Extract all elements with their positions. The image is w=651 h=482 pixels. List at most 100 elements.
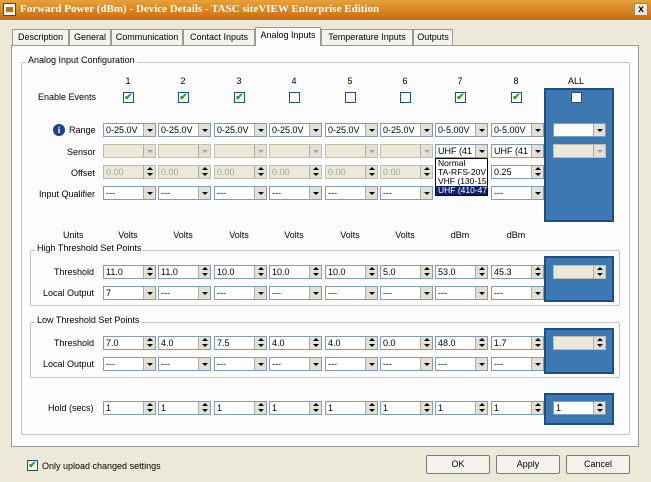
- tab-communication[interactable]: Communication: [111, 29, 183, 45]
- close-button[interactable]: x: [634, 3, 648, 16]
- enable-events-checkbox-4[interactable]: [289, 92, 300, 103]
- spin-arrows-icon[interactable]: [143, 402, 155, 414]
- chevron-down-icon[interactable]: [420, 287, 432, 299]
- spin-arrows-icon[interactable]: [198, 402, 210, 414]
- sensor-select-8[interactable]: UHF (41: [491, 144, 544, 158]
- chevron-down-icon[interactable]: [143, 124, 155, 136]
- chevron-down-icon[interactable]: [365, 145, 377, 157]
- spin-arrows-icon[interactable]: [309, 266, 321, 278]
- chevron-down-icon[interactable]: [420, 145, 432, 157]
- info-icon[interactable]: i: [53, 124, 65, 136]
- hold-field-2[interactable]: 1: [158, 401, 211, 415]
- range-select-5[interactable]: 0-25.0V: [325, 123, 378, 137]
- spin-arrows-icon[interactable]: [254, 266, 266, 278]
- low-local-output-select-8[interactable]: ---: [491, 357, 544, 371]
- tab-temperature-inputs[interactable]: Temperature Inputs: [321, 29, 413, 45]
- low-local-output-select-1[interactable]: ---: [103, 357, 156, 371]
- spin-arrows-icon[interactable]: [531, 166, 543, 178]
- enable-events-checkbox-1[interactable]: ✔: [123, 92, 134, 103]
- high-threshold-field-3[interactable]: 10.0: [214, 265, 267, 279]
- tab-outputs[interactable]: Outputs: [413, 29, 453, 45]
- chevron-down-icon[interactable]: [531, 187, 543, 199]
- high-local-output-select-3[interactable]: ---: [214, 286, 267, 300]
- spin-arrows-icon[interactable]: [475, 337, 487, 349]
- range-select-7[interactable]: 0-5.00V: [435, 123, 488, 137]
- hold-field-8[interactable]: 1: [491, 401, 544, 415]
- chevron-down-icon[interactable]: [475, 124, 487, 136]
- input-qualifier-select-2[interactable]: ---: [158, 186, 211, 200]
- chevron-down-icon[interactable]: [143, 287, 155, 299]
- enable-events-all-checkbox[interactable]: [571, 92, 582, 103]
- chevron-down-icon[interactable]: [198, 124, 210, 136]
- chevron-down-icon[interactable]: [420, 124, 432, 136]
- sensor-option[interactable]: UHF (410-47: [436, 186, 487, 195]
- high-threshold-field-4[interactable]: 10.0: [269, 265, 322, 279]
- enable-events-checkbox-7[interactable]: ✔: [455, 92, 466, 103]
- spin-arrows-icon[interactable]: [420, 266, 432, 278]
- enable-events-checkbox-2[interactable]: ✔: [178, 92, 189, 103]
- low-threshold-field-3[interactable]: 7.5: [214, 336, 267, 350]
- only-upload-checkbox[interactable]: ✔: [27, 460, 38, 471]
- chevron-down-icon[interactable]: [475, 145, 487, 157]
- low-threshold-field-6[interactable]: 0.0: [380, 336, 433, 350]
- chevron-down-icon[interactable]: [309, 187, 321, 199]
- input-qualifier-select-8[interactable]: ---: [491, 186, 544, 200]
- spin-arrows-icon[interactable]: [593, 337, 605, 349]
- chevron-down-icon[interactable]: [254, 358, 266, 370]
- enable-events-checkbox-5[interactable]: [345, 92, 356, 103]
- high-local-output-select-1[interactable]: 7: [103, 286, 156, 300]
- hold-field-4[interactable]: 1: [269, 401, 322, 415]
- high-threshold-field-6[interactable]: 5.0: [380, 265, 433, 279]
- chevron-down-icon[interactable]: [365, 287, 377, 299]
- low-threshold-field-2[interactable]: 4.0: [158, 336, 211, 350]
- chevron-down-icon[interactable]: [365, 187, 377, 199]
- high-local-output-select-6[interactable]: ---: [380, 286, 433, 300]
- chevron-down-icon[interactable]: [254, 124, 266, 136]
- range-select-8[interactable]: 0-5.00V: [491, 123, 544, 137]
- chevron-down-icon[interactable]: [475, 358, 487, 370]
- spin-arrows-icon[interactable]: [420, 402, 432, 414]
- spin-arrows-icon[interactable]: [309, 402, 321, 414]
- low-local-output-select-2[interactable]: ---: [158, 357, 211, 371]
- chevron-down-icon[interactable]: [254, 287, 266, 299]
- chevron-down-icon[interactable]: [309, 145, 321, 157]
- chevron-down-icon[interactable]: [365, 124, 377, 136]
- high-threshold-field-8[interactable]: 45.3: [491, 265, 544, 279]
- range-select-6[interactable]: 0-25.0V: [380, 123, 433, 137]
- spin-arrows-icon[interactable]: [531, 266, 543, 278]
- enable-events-checkbox-8[interactable]: ✔: [511, 92, 522, 103]
- low-threshold-field-4[interactable]: 4.0: [269, 336, 322, 350]
- high-threshold-field-1[interactable]: 11.0: [103, 265, 156, 279]
- spin-arrows-icon[interactable]: [475, 402, 487, 414]
- sensor-option[interactable]: TA-RFS-20V: [436, 168, 487, 177]
- chevron-down-icon[interactable]: [475, 287, 487, 299]
- low-local-output-select-7[interactable]: ---: [435, 357, 488, 371]
- spin-arrows-icon[interactable]: [475, 266, 487, 278]
- input-qualifier-select-4[interactable]: ---: [269, 186, 322, 200]
- chevron-down-icon[interactable]: [254, 145, 266, 157]
- input-qualifier-select-1[interactable]: ---: [103, 186, 156, 200]
- spin-arrows-icon[interactable]: [593, 266, 605, 278]
- spin-arrows-icon[interactable]: [198, 266, 210, 278]
- chevron-down-icon[interactable]: [593, 124, 605, 136]
- ok-button[interactable]: OK: [426, 455, 490, 474]
- spin-arrows-icon[interactable]: [365, 166, 377, 178]
- enable-events-checkbox-3[interactable]: ✔: [234, 92, 245, 103]
- high-local-output-select-7[interactable]: ---: [435, 286, 488, 300]
- hold-field-7[interactable]: 1: [435, 401, 488, 415]
- spin-arrows-icon[interactable]: [143, 337, 155, 349]
- chevron-down-icon[interactable]: [365, 358, 377, 370]
- spin-arrows-icon[interactable]: [254, 402, 266, 414]
- chevron-down-icon[interactable]: [143, 145, 155, 157]
- chevron-down-icon[interactable]: [531, 124, 543, 136]
- range-select-4[interactable]: 0-25.0V: [269, 123, 322, 137]
- range-select-3[interactable]: 0-25.0V: [214, 123, 267, 137]
- range-select-1[interactable]: 0-25.0V: [103, 123, 156, 137]
- sensor-select-7[interactable]: UHF (41: [435, 144, 488, 158]
- sensor-option[interactable]: VHF (130-15: [436, 177, 487, 186]
- spin-arrows-icon[interactable]: [254, 166, 266, 178]
- tab-description[interactable]: Description: [12, 29, 69, 45]
- high-local-output-select-2[interactable]: ---: [158, 286, 211, 300]
- low-threshold-field-1[interactable]: 7.0: [103, 336, 156, 350]
- chevron-down-icon[interactable]: [420, 358, 432, 370]
